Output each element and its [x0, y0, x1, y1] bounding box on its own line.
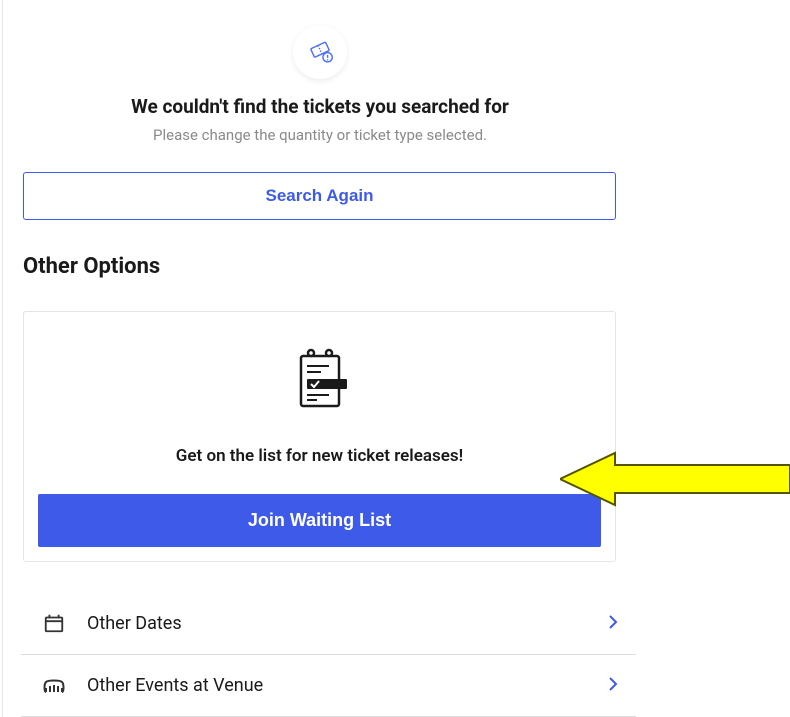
other-dates-link[interactable]: Other Dates	[21, 592, 636, 655]
venue-icon	[41, 676, 67, 696]
other-events-link[interactable]: Other Events at Venue	[21, 655, 636, 717]
calendar-icon	[41, 612, 67, 634]
other-events-label: Other Events at Venue	[87, 675, 608, 696]
clipboard-icon-wrapper	[38, 342, 601, 420]
waiting-list-card: Get on the list for new ticket releases!…	[23, 311, 616, 562]
chevron-right-icon	[608, 676, 618, 695]
other-options-title: Other Options	[23, 254, 617, 279]
join-waiting-list-button[interactable]: Join Waiting List	[38, 494, 601, 547]
ticket-alert-icon	[306, 38, 334, 66]
other-dates-label: Other Dates	[87, 613, 608, 634]
no-tickets-heading: We couldn't find the tickets you searche…	[23, 95, 617, 118]
chevron-right-icon	[608, 614, 618, 633]
no-tickets-subtext: Please change the quantity or ticket typ…	[23, 126, 617, 144]
search-again-button[interactable]: Search Again	[23, 172, 616, 220]
ticket-icon-circle	[293, 25, 347, 79]
waiting-list-text: Get on the list for new ticket releases!	[38, 446, 601, 466]
clipboard-check-icon	[281, 342, 359, 420]
main-content: We couldn't find the tickets you searche…	[2, 0, 617, 717]
